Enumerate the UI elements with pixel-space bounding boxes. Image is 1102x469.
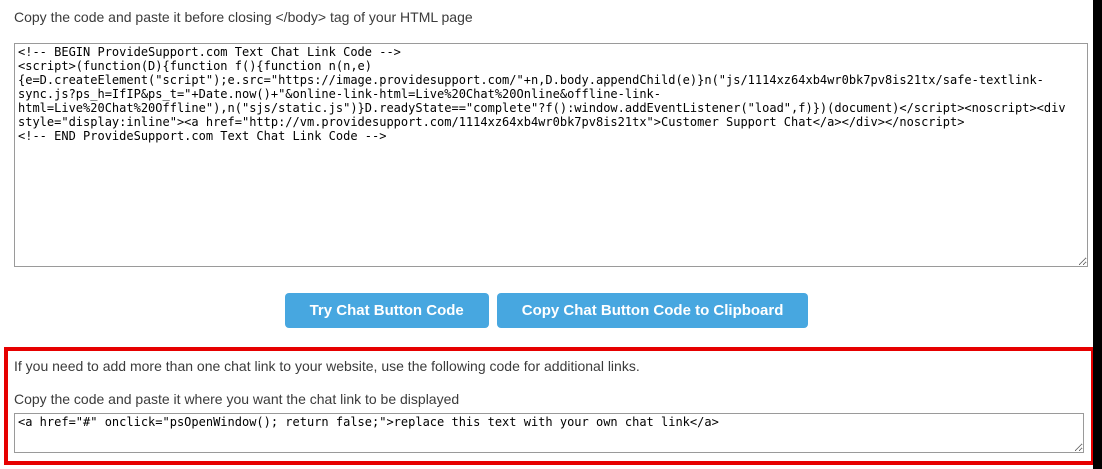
top-instruction: Copy the code and paste it before closin… (14, 9, 473, 25)
try-chat-button-code-button[interactable]: Try Chat Button Code (285, 293, 489, 328)
chat-link-code-textarea[interactable]: <!-- BEGIN ProvideSupport.com Text Chat … (14, 43, 1088, 267)
button-row: Try Chat Button Code Copy Chat Button Co… (0, 293, 1093, 328)
right-edge-strip (1093, 0, 1102, 469)
copy-chat-button-code-to-clipboard-button[interactable]: Copy Chat Button Code to Clipboard (497, 293, 809, 328)
additional-links-section: If you need to add more than one chat li… (4, 347, 1095, 465)
additional-links-instruction: If you need to add more than one chat li… (14, 358, 1091, 374)
additional-link-code-textarea[interactable]: <a href="#" onclick="psOpenWindow(); ret… (14, 413, 1084, 453)
paste-location-instruction: Copy the code and paste it where you wan… (14, 391, 1091, 407)
chat-link-code-page: Copy the code and paste it before closin… (0, 0, 1102, 469)
